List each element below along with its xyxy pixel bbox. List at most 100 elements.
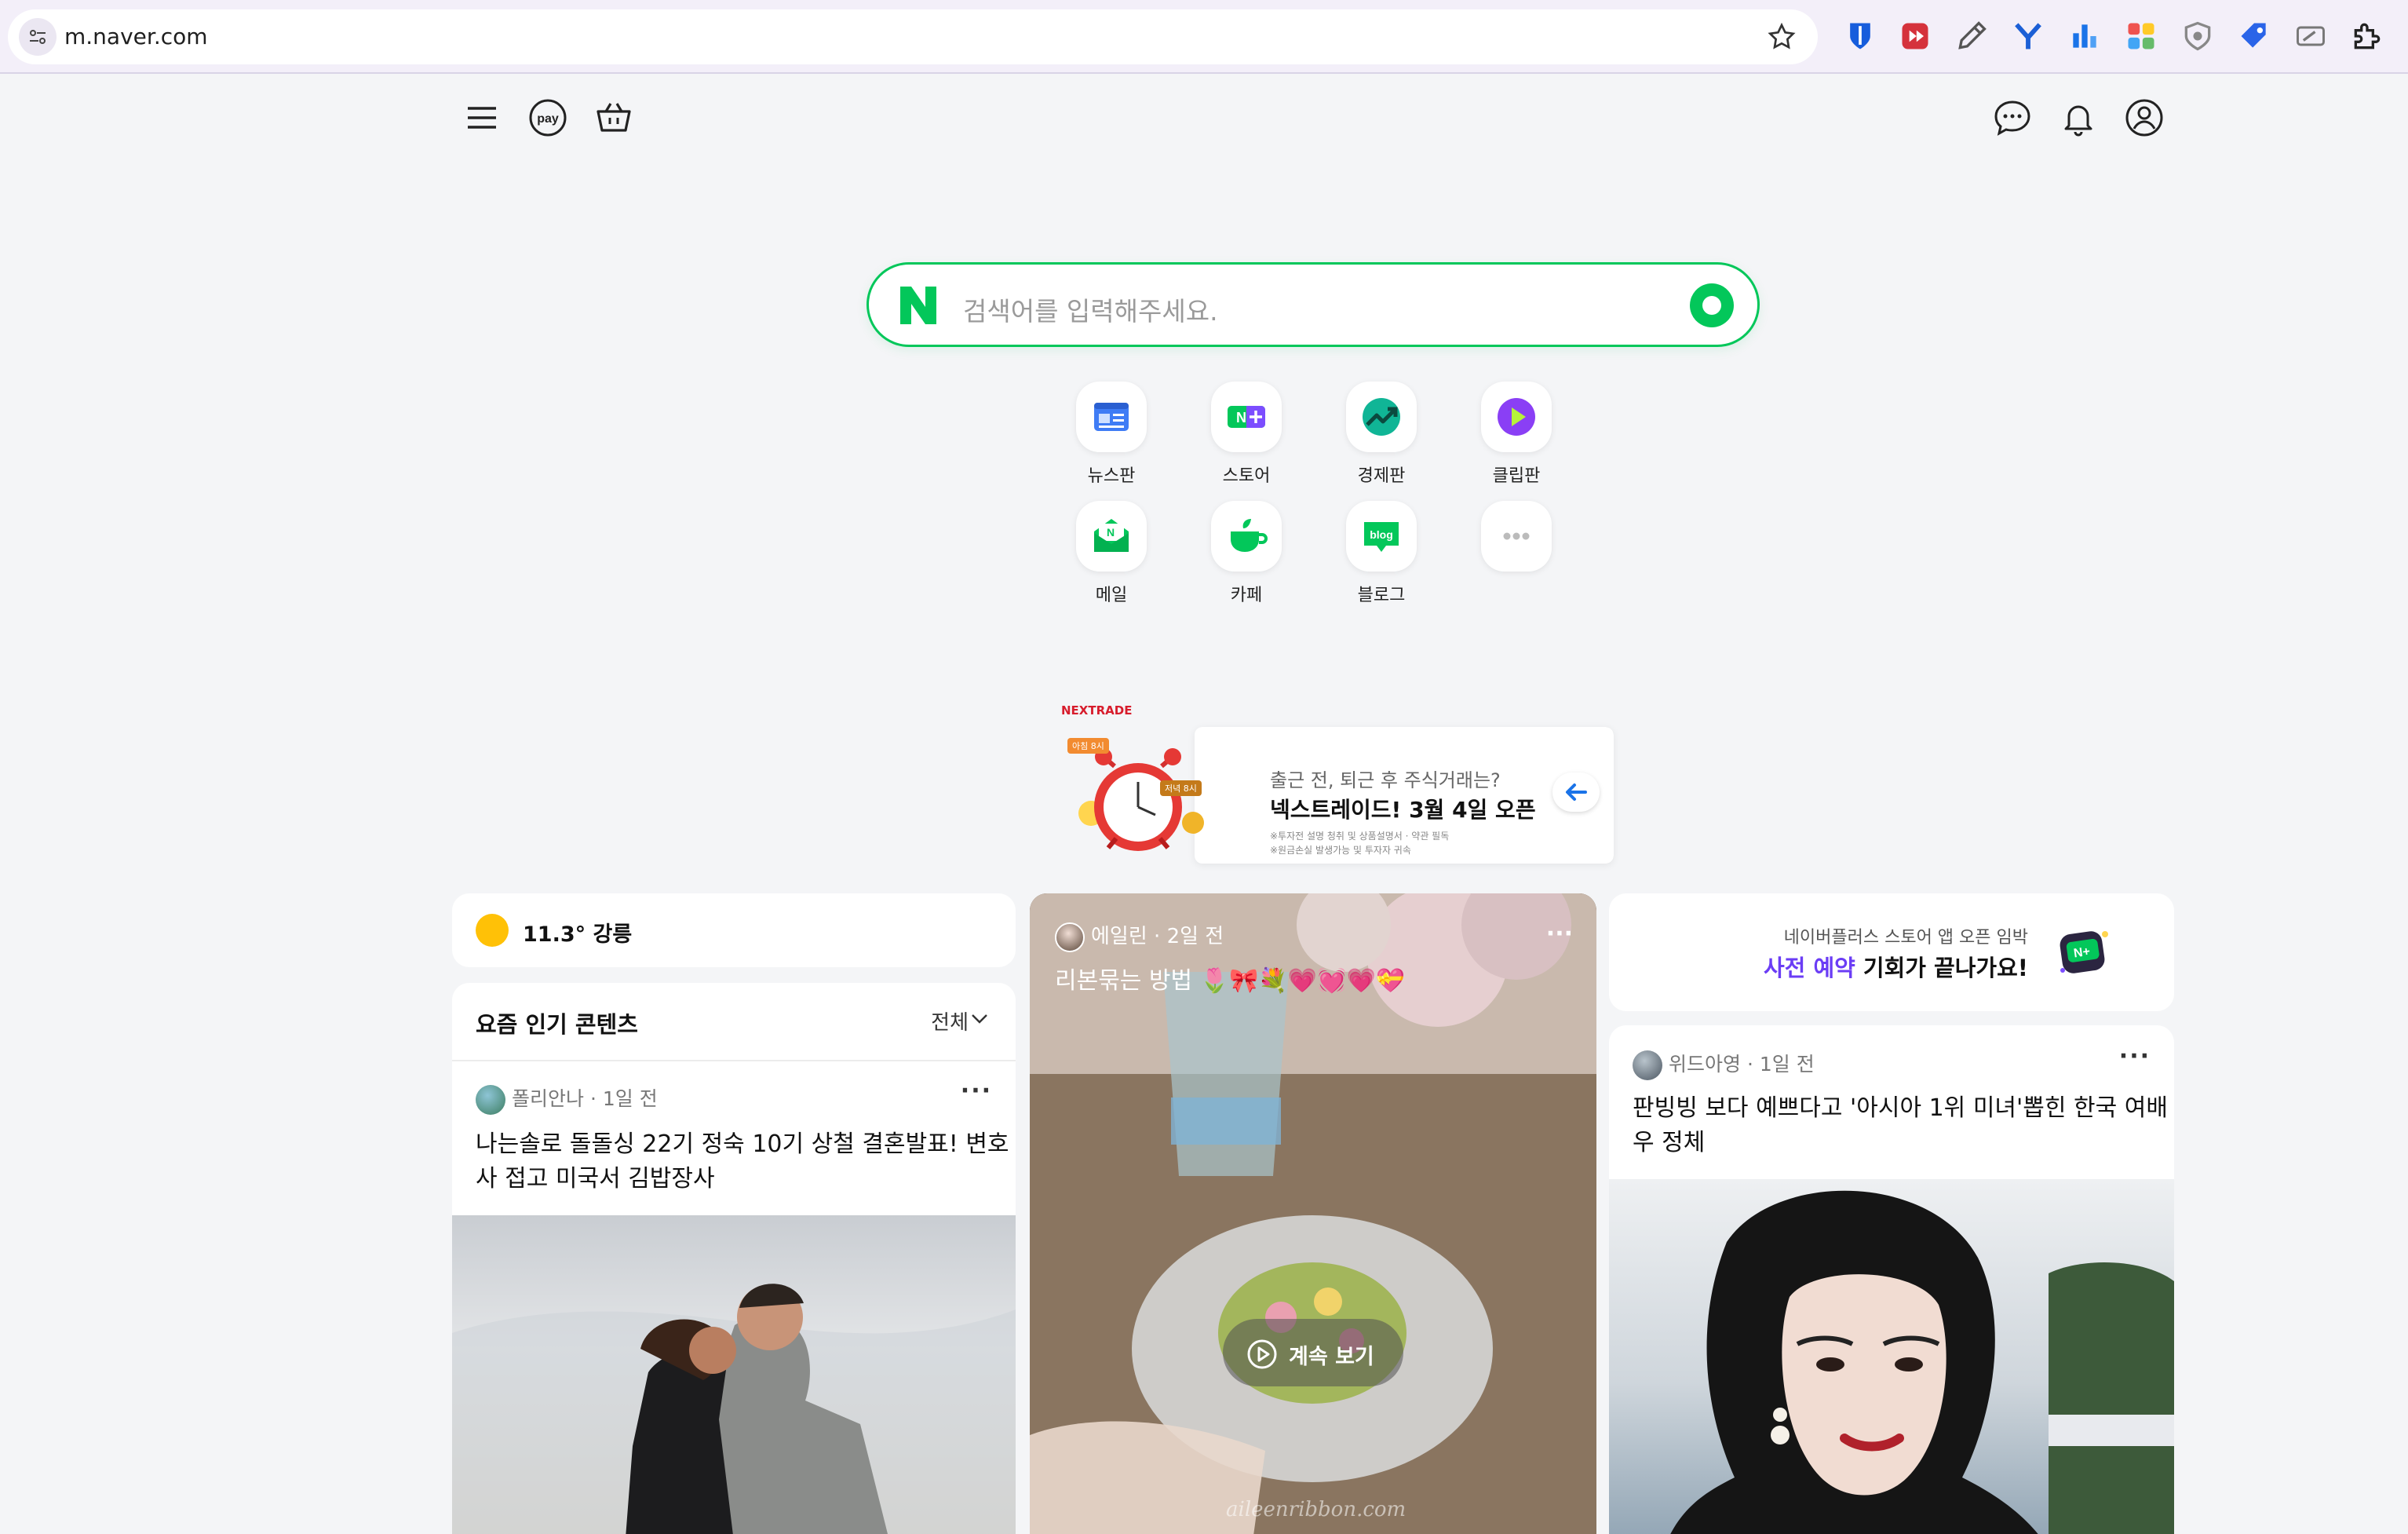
- post-author-row[interactable]: 위드아영 · 1일 전: [1633, 1049, 1815, 1080]
- video-extension-icon[interactable]: [1898, 19, 1932, 53]
- extensions-puzzle-icon[interactable]: [2350, 19, 2384, 53]
- svg-text:pay: pay: [537, 112, 559, 126]
- shortcut-label: 카페: [1230, 586, 1263, 605]
- pen-extension-icon[interactable]: [2293, 19, 2328, 53]
- newspaper-icon: [1076, 382, 1147, 452]
- svg-text:N+: N+: [2073, 945, 2091, 961]
- shortcut-label: 경제판: [1357, 466, 1406, 486]
- shortcut-cafe[interactable]: 카페: [1191, 501, 1301, 606]
- chevron-down-icon[interactable]: [970, 1013, 989, 1025]
- shortcut-clip[interactable]: 클립판: [1461, 382, 1571, 487]
- search-input[interactable]: 검색어를 입력해주세요.: [963, 290, 1218, 328]
- shortcut-mail[interactable]: N 메일: [1056, 501, 1166, 606]
- banner-note: ※원금손실 발생가능 및 투자자 귀속: [1270, 845, 1411, 856]
- url-text[interactable]: m.naver.com: [64, 24, 208, 49]
- store-icon: N: [1211, 382, 1282, 452]
- address-bar[interactable]: m.naver.com: [8, 9, 1818, 64]
- promo-title-rest: 기회가 끝나가요!: [1855, 955, 2028, 981]
- search-button[interactable]: [1690, 283, 1734, 327]
- continue-watching-label: 계속 보기: [1289, 1345, 1374, 1369]
- post-author-row[interactable]: 폴리안나 · 1일 전: [476, 1083, 658, 1115]
- svg-text:N: N: [1107, 526, 1115, 539]
- blog-icon: blog: [1346, 501, 1417, 572]
- more-options-icon[interactable]: ···: [1546, 920, 1573, 948]
- ad-banner[interactable]: NEXTRADE 출근 전, 퇴근 후 주식거래는? 넥스트레이드! 3월 4일…: [1061, 703, 1614, 864]
- post-title[interactable]: 나는솔로 돌돌싱 22기 정숙 10기 상철 결혼발표! 변호 사 접고 미국서…: [476, 1127, 1009, 1196]
- cafe-icon: [1211, 501, 1282, 572]
- svg-text:blog: blog: [1370, 528, 1393, 541]
- banner-brand: NEXTRADE: [1061, 703, 1133, 718]
- play-icon: [1481, 382, 1552, 452]
- shortcut-news[interactable]: 뉴스판: [1056, 382, 1166, 487]
- naver-plus-store-icon: N+: [2056, 925, 2111, 980]
- banner-note: ※투자전 설명 청취 및 상품설명서 · 약관 필독: [1270, 831, 1450, 842]
- post-time: 1일 전: [602, 1087, 658, 1110]
- popular-content-card: 요즘 인기 콘텐츠 전체 폴리안나 · 1일 전 ··· 나는솔로 돌돌싱 22…: [452, 983, 1016, 1534]
- post-thumbnail[interactable]: [1609, 1179, 2174, 1534]
- notification-bell-icon[interactable]: [2053, 93, 2103, 143]
- promo-title: 사전 예약 기회가 끝나가요!: [1764, 950, 2028, 983]
- analytics-extension-icon[interactable]: [2067, 19, 2102, 53]
- avatar: [476, 1085, 505, 1115]
- menu-icon[interactable]: [457, 93, 507, 143]
- video-title: 리본묶는 방법 🌷🎀💐💗💓💗💝: [1055, 967, 1406, 995]
- eyedropper-extension-icon[interactable]: [1954, 19, 1989, 53]
- y-extension-icon[interactable]: [2011, 19, 2045, 53]
- post-author: 위드아영: [1669, 1053, 1742, 1076]
- sunny-icon: [476, 914, 509, 947]
- banner-subtitle: 출근 전, 퇴근 후 주식거래는?: [1270, 769, 1501, 791]
- popular-header: 요즘 인기 콘텐츠 전체: [452, 983, 1016, 1061]
- shortcut-more[interactable]: [1461, 501, 1571, 581]
- shortcut-blog[interactable]: blog 블로그: [1326, 501, 1436, 606]
- video-watermark: aileenribbon.com: [1226, 1498, 1406, 1521]
- naver-pay-icon[interactable]: pay: [523, 93, 573, 143]
- popular-filter-dropdown[interactable]: 전체: [931, 1006, 969, 1035]
- banner-prev-arrow-icon[interactable]: [1552, 772, 1600, 812]
- avatar: [1633, 1050, 1662, 1080]
- store-promo-card[interactable]: 네이버플러스 스토어 앱 오픈 임박 사전 예약 기회가 끝나가요! N+: [1609, 893, 2174, 1011]
- more-options-icon[interactable]: ···: [961, 1077, 992, 1105]
- video-author: 에일린: [1091, 925, 1147, 948]
- post-author: 폴리안나: [512, 1087, 585, 1110]
- alarm-clock-illustration: 아침 8시 저녁 8시: [1067, 738, 1209, 856]
- svg-text:N: N: [1236, 410, 1246, 426]
- banner-title: 넥스트레이드! 3월 4일 오픈: [1270, 797, 1536, 823]
- post-thumbnail[interactable]: [452, 1215, 1016, 1534]
- colorful-extension-icon[interactable]: [2124, 19, 2158, 53]
- bitwarden-extension-icon[interactable]: [1843, 19, 1877, 53]
- shortcut-label: 블로그: [1357, 586, 1406, 605]
- play-circle-icon: [1247, 1339, 1277, 1369]
- continue-watching-button[interactable]: 계속 보기: [1223, 1319, 1403, 1386]
- post-title-line: 사 접고 미국서 김밥장사: [476, 1165, 715, 1193]
- video-time: 2일 전: [1166, 925, 1224, 948]
- post-time: 1일 전: [1759, 1053, 1815, 1076]
- banner-tag-evening: 저녁 8시: [1160, 780, 1202, 796]
- post-title-line: 나는솔로 돌돌싱 22기 정숙 10기 상철 결혼발표! 변호: [476, 1130, 1009, 1158]
- banner-tag-morning: 아침 8시: [1067, 738, 1109, 754]
- post-title-line: 우 정체: [1633, 1129, 1706, 1156]
- promo-subtitle: 네이버플러스 스토어 앱 오픈 임박: [1783, 928, 2028, 948]
- post-title[interactable]: 판빙빙 보다 예쁘다고 '아시아 1위 미녀'뽑힌 한국 여배 우 정체: [1633, 1091, 2168, 1160]
- shield-extension-icon[interactable]: [2180, 19, 2215, 53]
- bookmark-star-icon[interactable]: [1766, 21, 1797, 56]
- naver-logo-icon[interactable]: [899, 285, 938, 326]
- site-settings-icon[interactable]: [19, 18, 57, 56]
- video-author-row[interactable]: 에일린 · 2일 전: [1055, 920, 1224, 952]
- chart-icon: [1346, 382, 1417, 452]
- shortcut-economy[interactable]: 경제판: [1326, 382, 1436, 487]
- talk-chat-icon[interactable]: [1987, 93, 2038, 143]
- shortcut-label: 스토어: [1222, 466, 1271, 486]
- more-options-icon[interactable]: ···: [2119, 1043, 2151, 1070]
- banner-card[interactable]: 출근 전, 퇴근 후 주식거래는? 넥스트레이드! 3월 4일 오픈 ※투자전 …: [1195, 727, 1614, 864]
- shortcut-store[interactable]: N 스토어: [1191, 382, 1301, 487]
- profile-icon[interactable]: [2119, 93, 2169, 143]
- more-icon: [1481, 501, 1552, 572]
- short-video-card[interactable]: 에일린 · 2일 전 ··· 리본묶는 방법 🌷🎀💐💗💓💗💝 계속 보기 ail…: [1030, 893, 1596, 1534]
- popular-title: 요즘 인기 콘텐츠: [476, 1011, 638, 1038]
- weather-card[interactable]: 11.3° 강릉: [452, 893, 1016, 967]
- shortcut-label: 뉴스판: [1087, 466, 1136, 486]
- search-box[interactable]: 검색어를 입력해주세요.: [867, 262, 1760, 347]
- shortcut-label: 클립판: [1492, 466, 1541, 486]
- shopping-basket-icon[interactable]: [589, 93, 639, 143]
- tag-extension-icon[interactable]: [2237, 19, 2271, 53]
